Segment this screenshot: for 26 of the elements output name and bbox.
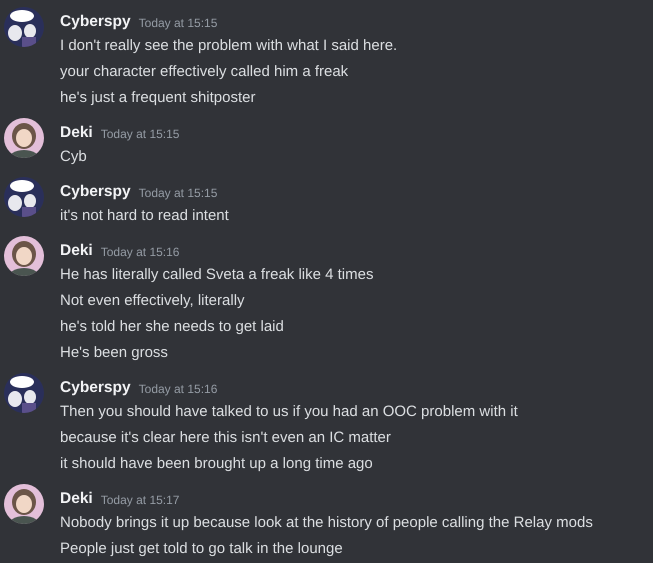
message-text: it's not hard to read intent [60,206,229,226]
message-text: he's told her she needs to get laid [60,317,285,337]
message-text: Cyb [60,147,88,167]
username[interactable]: Deki [60,490,93,508]
timestamp: Today at 15:15 [138,16,218,30]
message-text: Not even effectively, literally [60,291,246,311]
timestamp: Today at 15:17 [100,493,180,507]
username[interactable]: Deki [60,124,93,142]
message-text: he's just a frequent shitposter [60,88,256,108]
message-text: He has literally called Sveta a freak like 4 times [60,265,374,285]
timestamp: Today at 15:15 [138,186,218,200]
username[interactable]: Deki [60,242,93,260]
username[interactable]: Cyberspy [60,13,131,31]
message-text: People just get told to go talk in the lounge [60,539,344,559]
timestamp: Today at 15:16 [100,245,180,259]
username[interactable]: Cyberspy [60,183,131,201]
message-text: I don't really see the problem with what I said here. [60,36,398,56]
username[interactable]: Cyberspy [60,379,131,397]
message-text: He's been gross [60,343,169,363]
message-text: because it's clear here this isn't even an IC matter [60,428,392,448]
message-text: your character effectively called him a freak [60,62,350,82]
message-text: Nobody brings it up because look at the history of people calling the Relay mods [60,513,593,533]
message-text: Then you should have talked to us if you had an OOC problem with it [60,402,518,422]
timestamp: Today at 15:16 [138,382,218,396]
timestamp: Today at 15:15 [100,127,180,141]
message-text: it should have been brought up a long time ago [60,454,374,474]
